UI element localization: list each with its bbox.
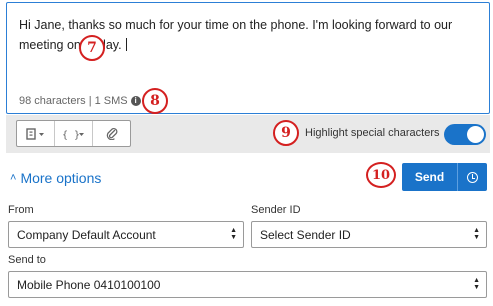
insert-field-button[interactable]: { } xyxy=(55,121,93,146)
select-arrows-icon: ▲ ▼ xyxy=(473,227,480,241)
text-caret xyxy=(126,38,128,51)
sender-id-label: Sender ID xyxy=(251,204,301,216)
send-to-label: Send to xyxy=(8,254,46,266)
sender-id-select[interactable]: Select Sender ID ▲ ▼ xyxy=(251,221,487,248)
svg-text:{ }: { } xyxy=(62,130,80,140)
chevron-up-icon: ˄ xyxy=(10,172,17,184)
send-to-select[interactable]: Mobile Phone 0410100100 ▲ ▼ xyxy=(8,271,487,298)
annotation-badge-8: 8 xyxy=(142,88,168,114)
clock-icon xyxy=(467,171,478,183)
send-split-button: Send xyxy=(402,163,487,191)
send-button[interactable]: Send xyxy=(402,163,458,191)
template-icon xyxy=(25,127,44,140)
annotation-badge-9: 9 xyxy=(273,120,299,146)
from-select-value: Company Default Account xyxy=(17,227,156,242)
annotation-badge-10: 10 xyxy=(366,162,396,188)
toggle-knob xyxy=(467,126,484,143)
annotation-badge-7: 7 xyxy=(79,35,105,61)
template-button[interactable] xyxy=(17,121,55,146)
select-arrows-icon: ▲ ▼ xyxy=(473,277,480,291)
from-select[interactable]: Company Default Account ▲ ▼ xyxy=(8,221,244,248)
attachment-button[interactable] xyxy=(93,121,130,146)
more-options-toggle[interactable]: ˄ More options xyxy=(10,170,101,186)
from-label: From xyxy=(8,204,34,216)
info-icon[interactable]: i xyxy=(130,96,141,106)
character-counter-text: 98 characters | 1 SMS xyxy=(19,95,128,107)
send-to-select-value: Mobile Phone 0410100100 xyxy=(17,277,161,292)
more-options-label: More options xyxy=(20,170,102,186)
insert-field-icon: { } xyxy=(62,130,84,140)
message-textarea[interactable]: Hi Jane, thanks so much for your time on… xyxy=(6,2,490,114)
highlight-special-characters-label: Highlight special characters xyxy=(305,127,440,139)
compose-toolbar: { } Highlight special characters xyxy=(6,115,490,153)
tool-button-group: { } xyxy=(16,120,131,147)
sender-id-select-value: Select Sender ID xyxy=(260,227,351,242)
schedule-send-button[interactable] xyxy=(458,163,487,191)
highlight-special-characters-toggle[interactable] xyxy=(444,124,486,145)
attachment-icon xyxy=(106,127,117,140)
select-arrows-icon: ▲ ▼ xyxy=(230,227,237,241)
character-counter: 98 characters | 1 SMS i xyxy=(19,95,141,107)
